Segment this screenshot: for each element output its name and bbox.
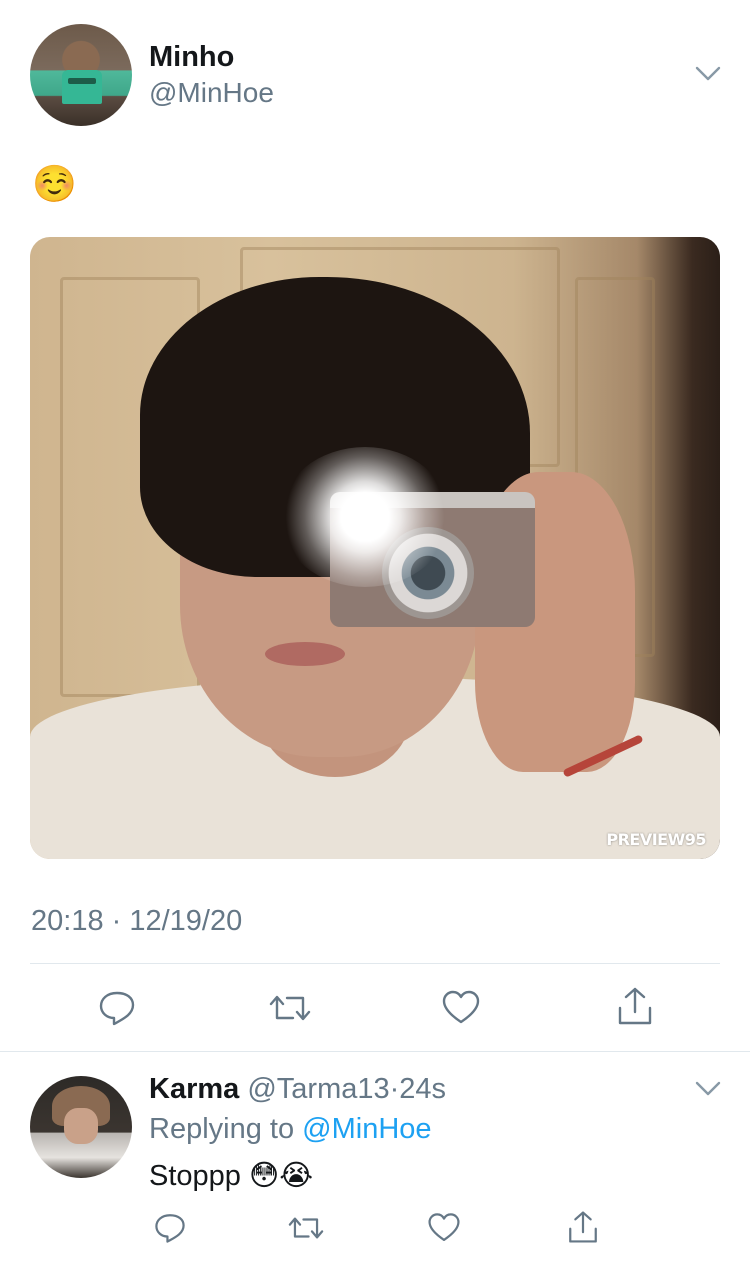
reply-menu-chevron-down-icon[interactable]	[695, 1081, 721, 1097]
photo-watermark: PREVIEW95	[606, 830, 706, 849]
author-handle[interactable]: @MinHoe	[149, 77, 274, 109]
retweet-icon[interactable]	[268, 986, 312, 1030]
tweet-timestamp[interactable]: 20:18 · 12/19/20	[31, 905, 242, 938]
tweet-text: ☺️	[32, 163, 77, 204]
reply-author-handle[interactable]: @Tarma13	[247, 1073, 389, 1105]
reply-header: Karma @Tarma13·24s	[149, 1073, 446, 1106]
reply-time[interactable]: 24s	[399, 1073, 446, 1105]
tweet-photo[interactable]: PREVIEW95	[30, 237, 720, 859]
avatar-photo-detail	[62, 70, 102, 104]
reply-author-name[interactable]: Karma	[149, 1073, 239, 1105]
replying-to-line: Replying to @MinHoe	[149, 1113, 432, 1146]
reply-share-icon[interactable]	[563, 1206, 603, 1248]
share-icon[interactable]	[613, 984, 657, 1028]
author-avatar[interactable]	[30, 24, 132, 126]
reply-reply-icon[interactable]	[150, 1208, 190, 1248]
replying-to-handle-link[interactable]: @MinHoe	[302, 1113, 431, 1145]
reply-like-icon[interactable]	[424, 1208, 464, 1248]
author-name[interactable]: Minho	[149, 41, 234, 74]
replying-to-label: Replying to	[149, 1113, 295, 1145]
reply-author-avatar[interactable]	[30, 1076, 132, 1178]
reply-text: Stoppp 😳😭	[149, 1160, 314, 1192]
tweet-menu-chevron-down-icon[interactable]	[695, 66, 721, 82]
like-icon[interactable]	[439, 986, 483, 1030]
reply-retweet-icon[interactable]	[285, 1208, 327, 1248]
divider	[30, 963, 720, 964]
reply-separator: ·	[389, 1073, 400, 1105]
divider	[0, 1051, 750, 1052]
reply-icon[interactable]	[95, 986, 139, 1030]
